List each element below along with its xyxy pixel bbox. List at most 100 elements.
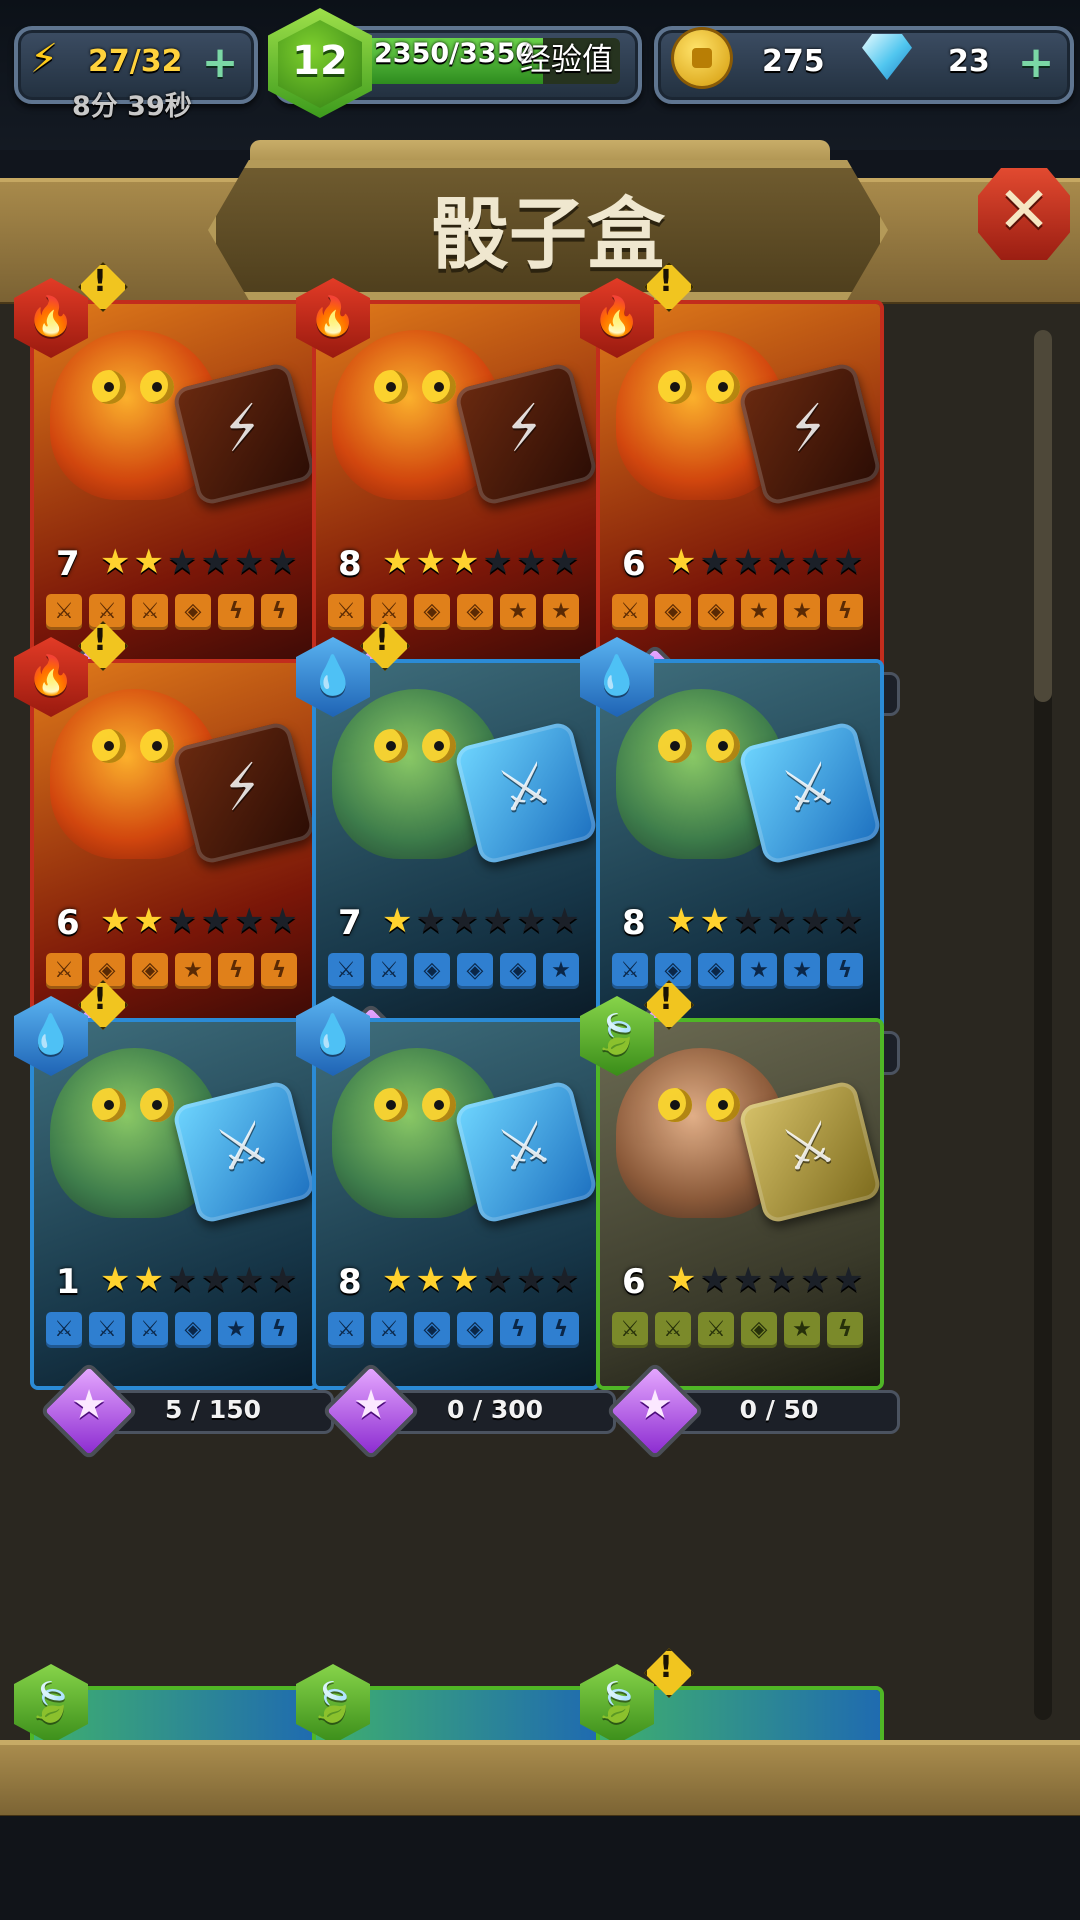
- lightning-face-icon: ϟ: [827, 1312, 863, 1348]
- star-empty-icon: ★: [166, 542, 198, 582]
- scrollbar-thumb[interactable]: [1034, 330, 1052, 702]
- water-drop-icon: 💧: [593, 653, 641, 697]
- close-button[interactable]: ✕: [978, 168, 1070, 260]
- energy-value: 27/32: [88, 44, 183, 79]
- shield-face-icon: ◈: [457, 953, 493, 989]
- star-rating: ★★★★★★: [666, 1260, 867, 1300]
- star-empty-icon: ★: [833, 901, 864, 941]
- sword-face-icon: ⚔: [612, 1312, 648, 1348]
- star-filled-icon: ★: [699, 901, 730, 941]
- dice-card[interactable]: ⚔ 8 ★★★★★★ ⚔ ⚔ ◈ ◈ ϟ ϟ 0 / 300 ★ 💧: [296, 996, 616, 1461]
- star-empty-icon: ★: [515, 542, 547, 582]
- star-empty-icon: ★: [549, 901, 580, 941]
- fire-icon: 🔥: [309, 294, 357, 338]
- star-empty-icon: ★: [415, 901, 446, 941]
- lightning-face-icon: ϟ: [827, 953, 863, 989]
- star-empty-icon: ★: [766, 1260, 797, 1300]
- dice-card-partial[interactable]: 🍃 !: [580, 1648, 886, 1744]
- shield-face-icon: ◈: [698, 594, 734, 630]
- star-empty-icon: ★: [233, 901, 265, 941]
- shield-face-icon: ◈: [414, 594, 450, 630]
- star-empty-icon: ★: [732, 901, 764, 941]
- dice-card[interactable]: ⚡ 8 ★★★★★★ ⚔⚔◈◈★★ 53 / 300 ★ 🔥: [296, 278, 616, 743]
- add-currency-button[interactable]: +: [1014, 41, 1058, 87]
- dice-level: 8: [338, 1262, 362, 1302]
- dice-card[interactable]: ⚔ 8 ★★★★★★ ⚔◈◈★★ϟ 100 / 150 ★ 💧: [580, 637, 900, 1102]
- dice-card[interactable]: ⚡ 7 ★★★★★★ ⚔⚔⚔◈ϟϟ 0 / 150 ★ 🔥 !: [14, 262, 334, 743]
- xp-label: 经验值: [520, 42, 613, 78]
- star-face-icon: ★: [741, 953, 777, 989]
- dice-card[interactable]: ⚡ 6 ★★★★★★ ⚔◈◈★★ϟ 0 / 50 ★ 🔥 !: [580, 262, 900, 743]
- star-filled-icon: ★: [666, 542, 697, 582]
- creature-eye: [92, 1088, 126, 1122]
- star-empty-icon: ★: [200, 901, 231, 941]
- lightning-face-icon: ϟ: [261, 1312, 297, 1348]
- star-face-icon: ★: [500, 594, 536, 630]
- water-drop-icon: 💧: [309, 1012, 357, 1056]
- dice-faces: ⚔ ⚔ ⚔ ◈ ★ ϟ: [46, 1312, 304, 1350]
- star-empty-icon: ★: [482, 1260, 513, 1300]
- exclamation-icon: !: [659, 982, 673, 1017]
- lightning-face-icon: ϟ: [261, 953, 297, 989]
- creature-eye: [706, 1088, 740, 1122]
- leaf-icon: 🍃: [593, 1012, 641, 1056]
- card-frame: ⚡ 6 ★★★★★★ ⚔ ◈ ◈ ★ ★ ϟ: [596, 300, 884, 672]
- shield-face-icon: ◈: [655, 594, 691, 630]
- sword-face-icon: ⚔: [612, 953, 648, 989]
- star-filled-icon: ★: [100, 1260, 131, 1300]
- dice-card-partial[interactable]: 🍃: [296, 1664, 602, 1744]
- fire-icon: 🔥: [593, 294, 641, 338]
- star-filled-icon: ★: [100, 901, 131, 941]
- dice-face-glyph: ⚡: [214, 749, 271, 826]
- star-rating: ★★★★★★: [666, 901, 867, 941]
- bottom-wood-band: [0, 1740, 1080, 1821]
- star-empty-icon: ★: [166, 901, 198, 941]
- creature-eye: [706, 729, 740, 763]
- exclamation-icon: !: [93, 982, 107, 1017]
- lightning-face-icon: ϟ: [543, 1312, 579, 1348]
- star-empty-icon: ★: [200, 1260, 231, 1300]
- star-filled-icon: ★: [448, 542, 480, 582]
- dice-face-glyph: ⚔: [775, 747, 843, 827]
- star-filled-icon: ★: [100, 542, 131, 582]
- add-energy-button[interactable]: +: [198, 41, 242, 87]
- card-frame: ⚔ 8 ★★★★★★ ⚔ ⚔ ◈ ◈ ϟ ϟ: [312, 1018, 600, 1390]
- star-empty-icon: ★: [799, 1260, 831, 1300]
- coin-icon: [674, 30, 730, 86]
- dice-card[interactable]: ⚔ 1 ★★★★★★ ⚔ ⚔ ⚔ ◈ ★ ϟ 5 / 150 ★ 💧 !: [14, 980, 334, 1461]
- creature-eye: [374, 729, 408, 763]
- card-frame: ⚔ 1 ★★★★★★ ⚔ ⚔ ⚔ ◈ ★ ϟ: [30, 1018, 318, 1390]
- card-frame: ⚔ 7 ★★★★★★ ⚔ ⚔ ◈ ◈ ◈ ★: [312, 659, 600, 1031]
- star-empty-icon: ★: [267, 901, 298, 941]
- dice-card[interactable]: ⚔ 6 ★★★★★★ ⚔ ⚔ ⚔ ◈ ★ ϟ 0 / 50 ★ 🍃 !: [580, 980, 900, 1461]
- dice-card[interactable]: ⚡ 6 ★★★★★★ ⚔◈◈★ϟϟ 0 / 150 ★ 🔥 !: [14, 621, 334, 1102]
- shield-face-icon: ◈: [132, 953, 168, 989]
- creature-eye: [422, 370, 456, 404]
- star-filled-icon: ★: [382, 901, 413, 941]
- star-filled-icon: ★: [133, 1260, 164, 1300]
- creature-eye: [140, 1088, 174, 1122]
- creature-eye: [658, 1088, 692, 1122]
- star-rating: ★★★★★★: [100, 542, 301, 582]
- shard-star-icon: ★: [353, 1382, 389, 1428]
- shard-star-icon: ★: [71, 1382, 107, 1428]
- star-face-icon: ★: [784, 953, 820, 989]
- shard-star-icon: ★: [637, 1382, 673, 1428]
- card-frame: ⚡ 8 ★★★★★★ ⚔ ⚔ ◈ ◈ ★ ★: [312, 300, 600, 672]
- card-frame: ⚡ 7 ★★★★★★ ⚔ ⚔ ⚔ ◈ ϟ ϟ: [30, 300, 318, 672]
- gem-count: 23: [948, 44, 990, 79]
- star-empty-icon: ★: [732, 1260, 764, 1300]
- star-empty-icon: ★: [233, 1260, 265, 1300]
- dice-card-partial[interactable]: 🍃: [14, 1664, 320, 1744]
- dice-card[interactable]: ⚔ 7 ★★★★★★ ⚔⚔◈◈◈★ 0 / 50 ★ 💧 !: [296, 621, 616, 1102]
- creature-eye: [658, 370, 692, 404]
- star-rating: ★★★★★★: [382, 901, 583, 941]
- star-filled-icon: ★: [382, 542, 413, 582]
- dice-level: 1: [56, 1262, 80, 1302]
- exclamation-icon: !: [93, 623, 107, 658]
- creature-eye: [92, 370, 126, 404]
- shield-face-icon: ◈: [414, 953, 450, 989]
- page-title: 骰子盒: [430, 189, 665, 280]
- dice-level: 6: [622, 1262, 646, 1302]
- star-filled-icon: ★: [666, 901, 697, 941]
